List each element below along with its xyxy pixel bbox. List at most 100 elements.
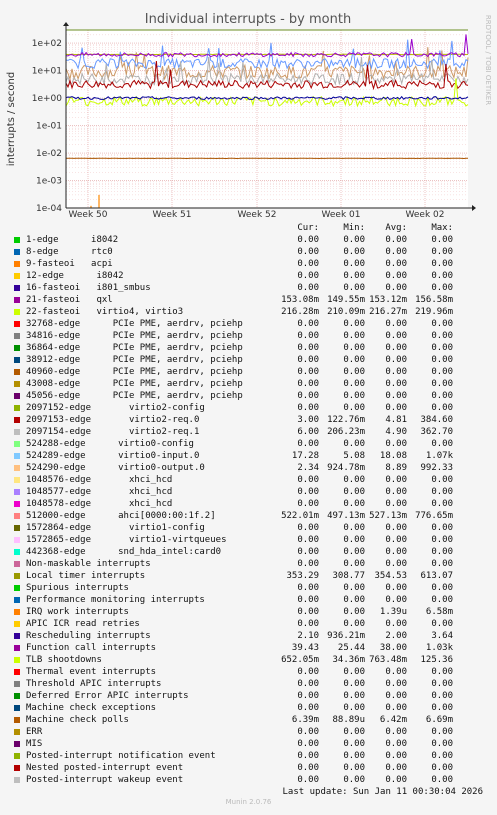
legend-max: 0.00 [431, 595, 453, 605]
legend-max: 0.00 [431, 283, 453, 293]
legend-row: 2097153-edge virtio2-req.0 3.00 122.76m 4.8… [0, 414, 497, 426]
legend-label: 38912-edge PCIe PME, aerdrv, pciehp [26, 355, 243, 365]
legend-swatch [14, 753, 20, 759]
legend-label: 16-fasteoi i801_smbus [26, 283, 151, 293]
legend-row: Posted-interrupt wakeup event 0.00 0.00 0.0… [0, 774, 497, 786]
legend-row: 40960-edge PCIe PME, aerdrv, pciehp 0.00 0… [0, 366, 497, 378]
legend-label: 22-fasteoi virtio4, virtio3 [26, 307, 184, 317]
legend-label: MIS [26, 739, 43, 749]
legend-max: 0.00 [431, 775, 453, 785]
legend-label: Function call interrupts [26, 643, 157, 653]
legend-header: Cur: Min: Avg: Max: [0, 222, 497, 234]
legend-swatch [14, 393, 20, 399]
x-tick-label: Week 01 [322, 210, 361, 220]
legend-max: 0.00 [431, 247, 453, 257]
legend-row: 2097154-edge virtio2-req.1 6.00 206.23m 4.9… [0, 426, 497, 438]
legend-max: 125.36 [420, 655, 453, 665]
x-tick-label: Week 51 [153, 210, 192, 220]
legend-label: Machine check polls [26, 715, 129, 725]
legend-max: 0.00 [431, 391, 453, 401]
legend-swatch [14, 669, 20, 675]
legend-row: IRQ work interrupts 0.00 0.00 1.39u 6.58m [0, 606, 497, 618]
legend-max: 613.07 [420, 571, 453, 581]
legend-swatch [14, 597, 20, 603]
x-tick-label: Week 52 [238, 210, 277, 220]
legend-max: 6.69m [425, 715, 453, 725]
legend-max: 0.00 [431, 679, 453, 689]
legend-row: 2097152-edge virtio2-config 0.00 0.00 0.00 0… [0, 402, 497, 414]
legend-label: 34816-edge PCIe PME, aerdrv, pciehp [26, 331, 243, 341]
legend-swatch [14, 465, 20, 471]
legend-swatch [14, 645, 20, 651]
legend-label: ERR [26, 727, 43, 737]
legend-row: 442368-edge snd_hda_intel:card0 0.00 0.00 0… [0, 546, 497, 558]
legend-label: APIC ICR read retries [26, 619, 140, 629]
legend-row: 21-fasteoi qxl 153.08m 149.55m 153.12m 156.5… [0, 294, 497, 306]
legend-swatch [14, 693, 20, 699]
legend-row: 524288-edge virtio0-config 0.00 0.00 0.00 0.… [0, 438, 497, 450]
legend-row: Spurious interrupts 0.00 0.00 0.00 0.00 [0, 582, 497, 594]
legend-swatch [14, 621, 20, 627]
legend-max: 156.58m [415, 295, 453, 305]
legend-label: Local timer interrupts [26, 571, 146, 581]
legend-max: 0.00 [431, 727, 453, 737]
y-tick-label: 1e-03 [36, 177, 62, 187]
legend-row: 524290-edge virtio0-output.0 2.34 924.78m 8… [0, 462, 497, 474]
legend-label: Deferred Error APIC interrupts [26, 691, 189, 701]
legend-row: 1-edge i8042 0.00 0.00 0.00 0.00 [0, 234, 497, 246]
legend-row: 9-fasteoi acpi 0.00 0.00 0.00 0.00 [0, 258, 497, 270]
legend-row: 8-edge rtc0 0.00 0.00 0.00 0.00 [0, 246, 497, 258]
legend-label: 1048576-edge xhci_hcd [26, 475, 173, 485]
legend-swatch [14, 237, 20, 243]
rrdtool-credit: RRDTOOL / TOBI OETIKER [484, 15, 492, 105]
legend-label: Spurious interrupts [26, 583, 129, 593]
legend-row: Performance monitoring interrupts 0.00 0.0… [0, 594, 497, 606]
legend-label: 1572864-edge virtio1-config [26, 523, 205, 533]
legend-row: MIS 0.00 0.00 0.00 0.00 [0, 738, 497, 750]
legend-label: 9-fasteoi acpi [26, 259, 113, 269]
legend-label: 1048577-edge xhci_hcd [26, 487, 173, 497]
y-tick-label: 1e-04 [36, 204, 62, 214]
legend-row: Machine check exceptions 0.00 0.00 0.00 0.00 [0, 702, 497, 714]
legend-label: 2097152-edge virtio2-config [26, 403, 205, 413]
legend-row: Local timer interrupts 353.29 308.77 354.53… [0, 570, 497, 582]
legend-row: Rescheduling interrupts 2.10 936.21m 2.00 3.… [0, 630, 497, 642]
legend-label: IRQ work interrupts [26, 607, 129, 617]
y-axis-label: interrupts / second [6, 72, 17, 166]
legend-row: APIC ICR read retries 0.00 0.00 0.00 0.00 [0, 618, 497, 630]
legend-row: 1048576-edge xhci_hcd 0.00 0.00 0.00 0.00 [0, 474, 497, 486]
y-tick-label: 1e+01 [32, 67, 62, 77]
legend-swatch [14, 273, 20, 279]
legend-label: 524288-edge virtio0-config [26, 439, 194, 449]
legend-swatch [14, 501, 20, 507]
legend-swatch [14, 681, 20, 687]
legend-row: 12-edge i8042 0.00 0.00 0.00 0.00 [0, 270, 497, 282]
legend-label: 21-fasteoi qxl [26, 295, 113, 305]
legend-swatch [14, 633, 20, 639]
legend-label: Posted-interrupt notification event [26, 751, 216, 761]
legend-max: 0.00 [431, 379, 453, 389]
legend-row: 32768-edge PCIe PME, aerdrv, pciehp 0.00 0… [0, 318, 497, 330]
legend-swatch [14, 537, 20, 543]
legend-label: 512000-edge ahci[0000:00:1f.2] [26, 511, 216, 521]
legend-max: 0.00 [431, 547, 453, 557]
x-tick-label: Week 50 [69, 210, 108, 220]
legend-max: 0.00 [431, 523, 453, 533]
legend-label: 43008-edge PCIe PME, aerdrv, pciehp [26, 379, 243, 389]
legend-row: 34816-edge PCIe PME, aerdrv, pciehp 0.00 0… [0, 330, 497, 342]
legend-label: Threshold APIC interrupts [26, 679, 162, 689]
legend-label: 524290-edge virtio0-output.0 [26, 463, 205, 473]
legend-swatch [14, 573, 20, 579]
legend-swatch [14, 717, 20, 723]
legend-label: 1048578-edge xhci_hcd [26, 499, 173, 509]
legend-max: 0.00 [431, 475, 453, 485]
x-axis-arrow [472, 205, 476, 211]
legend-max: 0.00 [431, 667, 453, 677]
legend-max: 0.00 [431, 331, 453, 341]
legend-row: 524289-edge virtio0-input.0 17.28 5.08 18.0… [0, 450, 497, 462]
legend-swatch [14, 477, 20, 483]
plot-area [66, 30, 468, 208]
legend-label: Rescheduling interrupts [26, 631, 151, 641]
y-tick-label: 1e-02 [36, 149, 62, 159]
legend-max: 0.00 [431, 703, 453, 713]
